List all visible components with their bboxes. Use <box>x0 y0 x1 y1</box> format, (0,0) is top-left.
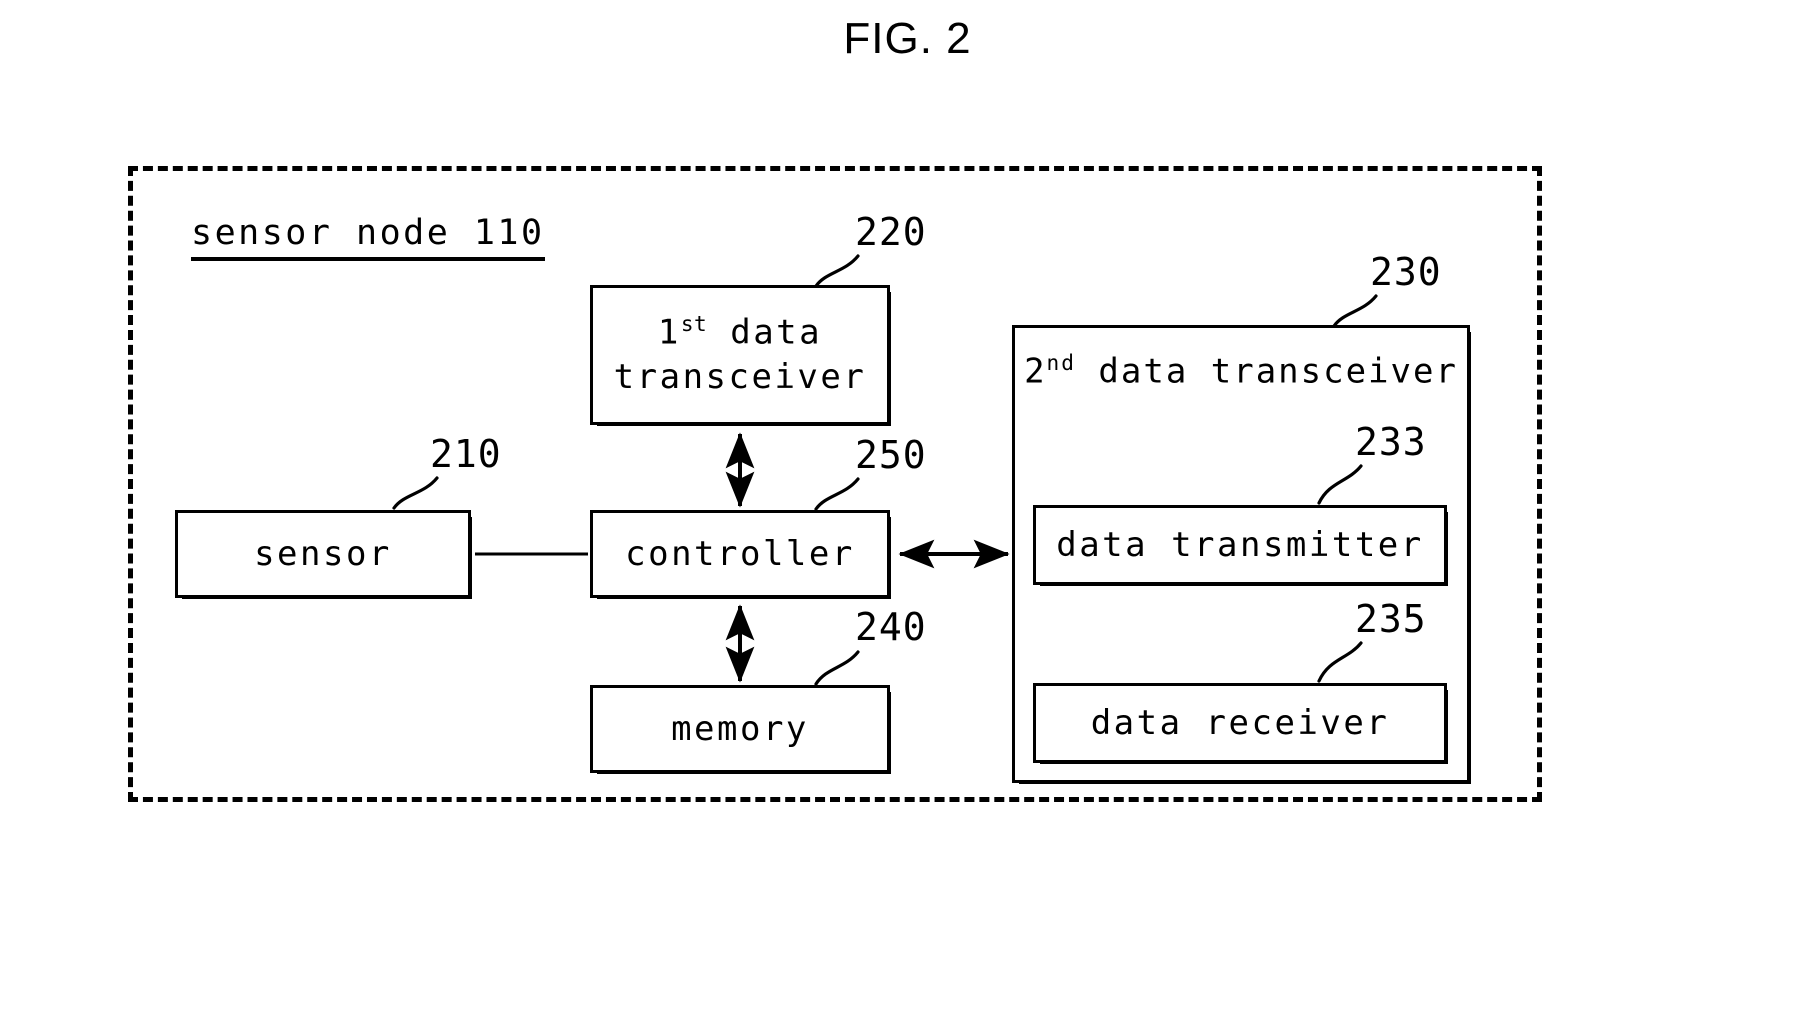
reference-numeral-220: 220 <box>855 210 927 254</box>
block-second-data-transceiver-label: 2nd data transceiver <box>1015 350 1467 391</box>
reference-numeral-210: 210 <box>430 432 502 476</box>
second-tx-words: data transceiver <box>1075 351 1458 392</box>
reference-numeral-240: 240 <box>855 605 927 649</box>
reference-numeral-233: 233 <box>1355 420 1427 464</box>
second-tx-ordinal-suffix: nd <box>1046 350 1076 375</box>
first-tx-ordinal-suffix: st <box>680 310 708 336</box>
reference-numeral-230: 230 <box>1370 250 1442 294</box>
block-data-transmitter-label: data transmitter <box>1056 524 1424 565</box>
block-first-data-transceiver-label: 1st data transceiver <box>608 310 873 400</box>
reference-numeral-250: 250 <box>855 433 927 477</box>
second-tx-ordinal-number: 2 <box>1024 351 1047 392</box>
block-sensor-label: sensor <box>254 533 392 574</box>
page-title: FIG. 2 <box>843 14 972 63</box>
block-data-transmitter[interactable]: data transmitter <box>1033 505 1448 586</box>
block-controller[interactable]: controller <box>590 510 891 599</box>
reference-numeral-235: 235 <box>1355 597 1427 641</box>
sensor-node-label: sensor node 110 <box>191 213 545 262</box>
block-memory-label: memory <box>671 708 809 749</box>
figure-page: FIG. 2 sensor node 110 sensor 1st data tr… <box>0 0 1815 1026</box>
first-tx-word-data: data <box>707 312 823 353</box>
block-sensor[interactable]: sensor <box>175 510 472 599</box>
first-tx-ordinal-number: 1 <box>657 312 681 353</box>
block-memory[interactable]: memory <box>590 685 891 774</box>
first-tx-word-transceiver: transceiver <box>613 357 867 398</box>
block-controller-label: controller <box>625 533 855 574</box>
block-data-receiver[interactable]: data receiver <box>1033 683 1448 764</box>
block-data-receiver-label: data receiver <box>1090 702 1390 743</box>
block-first-data-transceiver[interactable]: 1st data transceiver <box>590 285 891 426</box>
